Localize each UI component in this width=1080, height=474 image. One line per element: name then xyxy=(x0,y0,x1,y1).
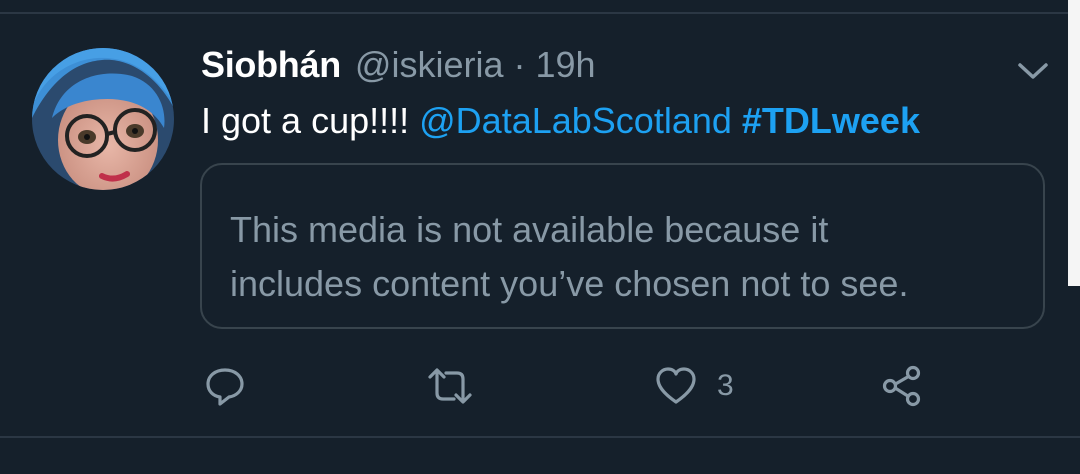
tweet-text: I got a cup!!!! @DataLabScotland #TDLwee… xyxy=(201,100,920,142)
top-divider xyxy=(0,12,1070,14)
share-button[interactable] xyxy=(881,364,923,408)
like-count: 3 xyxy=(717,369,734,402)
share-icon xyxy=(882,365,921,407)
tweet-text-plain: I got a cup!!!! xyxy=(201,100,420,141)
timestamp[interactable]: 19h xyxy=(535,44,595,86)
media-unavailable-message: This media is not available because it i… xyxy=(230,203,1030,311)
avatar-image xyxy=(32,48,174,190)
avatar[interactable] xyxy=(32,48,174,190)
media-unavailable-card[interactable]: This media is not available because it i… xyxy=(200,163,1045,329)
user-handle[interactable]: @iskieria xyxy=(355,44,504,86)
scrollbar-edge xyxy=(1068,0,1080,286)
mention-link[interactable]: @DataLabScotland xyxy=(419,100,732,141)
hashtag-link[interactable]: #TDLweek xyxy=(742,100,920,141)
reply-button[interactable] xyxy=(204,364,246,408)
media-notice-line-1: This media is not available because it xyxy=(230,209,829,250)
tweet-header: Siobhán @iskieria · 19h xyxy=(201,44,596,88)
media-notice-line-2: includes content you’ve chosen not to se… xyxy=(230,263,909,304)
heart-icon xyxy=(656,367,696,404)
display-name[interactable]: Siobhán xyxy=(201,44,341,86)
chevron-down-icon[interactable] xyxy=(1016,58,1050,84)
retweet-button[interactable] xyxy=(426,364,474,408)
tweet-screen: Siobhán @iskieria · 19h I got a cup!!!! … xyxy=(0,0,1080,474)
bottom-divider xyxy=(0,436,1080,438)
retweet-icon xyxy=(428,368,472,404)
like-button[interactable]: 3 xyxy=(655,364,734,408)
separator-dot: · xyxy=(513,44,526,85)
reply-icon xyxy=(206,368,244,406)
